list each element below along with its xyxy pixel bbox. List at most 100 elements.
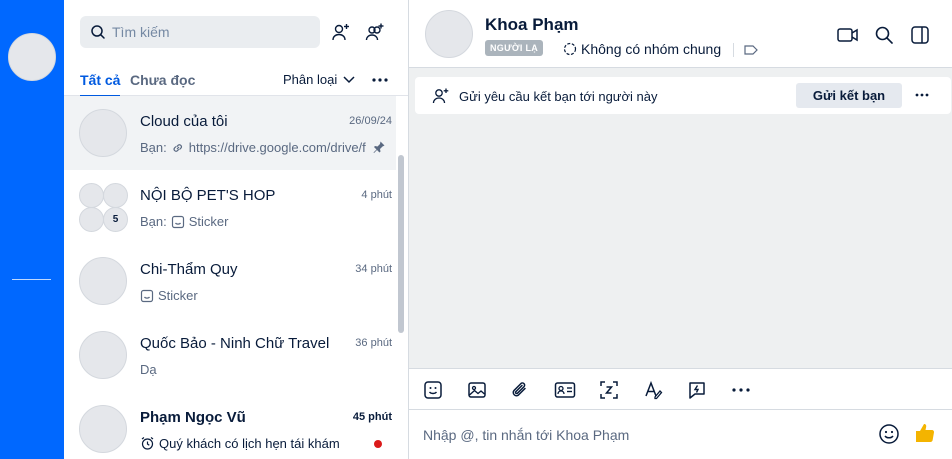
sticker-icon [171, 215, 185, 229]
conversation-name: Chi-Thẩm Quy [140, 261, 238, 278]
paperclip-icon [510, 380, 530, 400]
conversation-name: NỘI BỘ PET'S HOP [140, 187, 276, 204]
common-groups-label: Không có nhóm chung [581, 41, 722, 57]
tag-icon[interactable] [743, 42, 759, 58]
group-ring-icon [563, 42, 577, 56]
avatar [79, 257, 127, 305]
friend-request-text: Gửi yêu cầu kết bạn tới người này [459, 89, 658, 104]
user-avatar[interactable] [8, 33, 56, 81]
conversation-item[interactable]: 5 NỘI BỘ PET'S HOP 4 phút Bạn: Sticker [64, 170, 396, 244]
add-friend-button[interactable] [329, 20, 353, 44]
avatar [79, 109, 127, 157]
search-placeholder: Tìm kiếm [112, 24, 170, 40]
search-message-button[interactable] [873, 24, 895, 46]
conversation-item[interactable]: Quốc Bảo - Ninh Chữ Travel 36 phút Dạ [64, 318, 396, 392]
create-group-button[interactable] [363, 20, 387, 44]
message-input[interactable] [423, 424, 863, 446]
attach-file-button[interactable] [509, 379, 531, 401]
conversation-preview: Sticker [140, 288, 366, 303]
conversation-name: Phạm Ngọc Vũ [140, 409, 246, 426]
conversation-preview: Dạ [140, 362, 366, 377]
avatar [79, 331, 127, 379]
classify-label: Phân loại [283, 72, 338, 87]
video-call-button[interactable] [837, 24, 859, 46]
text-format-button[interactable] [642, 379, 664, 401]
conversation-preview: Bạn: https://drive.google.com/drive/fold… [140, 140, 366, 155]
conversation-tabs: Tất cả Chưa đọc Phân loại [64, 66, 408, 97]
more-horizontal-icon [372, 78, 388, 82]
nav-divider [12, 279, 51, 280]
conversation-name: Cloud của tôi [140, 113, 228, 130]
toggle-info-panel-button[interactable] [909, 24, 931, 46]
list-scrollbar[interactable] [398, 155, 404, 333]
preview-text: Sticker [188, 214, 229, 229]
quick-message-button[interactable] [686, 379, 708, 401]
list-more-button[interactable] [370, 70, 390, 90]
video-camera-icon [837, 27, 859, 43]
friend-bar-more-button[interactable] [912, 85, 932, 105]
preview-text: Quý khách có lịch hẹn tái khám [159, 436, 340, 451]
member-avatar [103, 183, 128, 208]
message-composer [409, 410, 952, 459]
screenshot-button[interactable] [598, 379, 620, 401]
conversation-item[interactable]: Chi-Thẩm Quy 34 phút Sticker [64, 244, 396, 318]
contact-card-icon [554, 380, 576, 400]
send-friend-request-button[interactable]: Gửi kết bạn [796, 83, 902, 108]
avatar [79, 405, 127, 453]
sticker-button[interactable] [422, 379, 444, 401]
sticker-icon [423, 380, 443, 400]
preview-text: Sticker [158, 288, 198, 303]
send-image-button[interactable] [466, 379, 488, 401]
add-friend-icon [331, 22, 351, 42]
more-options-button[interactable] [730, 379, 752, 401]
search-icon [90, 24, 106, 40]
conversation-time: 34 phút [355, 263, 392, 275]
alarm-clock-icon [140, 436, 155, 451]
preview-text: Dạ [140, 362, 157, 377]
friend-request-bar: Gửi yêu cầu kết bạn tới người này Gửi kế… [415, 77, 951, 114]
member-avatar [79, 207, 104, 232]
tab-all[interactable]: Tất cả [80, 72, 121, 97]
conversation-list-panel: Tìm kiếm Tất cả Chưa đọc Phân loại Cloud… [64, 0, 409, 459]
member-avatar [79, 183, 104, 208]
sidebar-panel-icon [911, 26, 929, 44]
add-group-icon [365, 22, 385, 42]
chevron-down-icon [343, 75, 355, 84]
image-icon [467, 380, 487, 400]
contact-name[interactable]: Khoa Phạm [485, 15, 579, 35]
link-icon [171, 141, 185, 155]
classify-dropdown[interactable]: Phân loại [283, 72, 355, 87]
text-format-icon [643, 380, 663, 400]
pin-icon [372, 140, 386, 154]
conversation-preview: Quý khách có lịch hẹn tái khám [140, 436, 366, 451]
screenshot-icon [599, 380, 619, 400]
add-friend-icon [432, 87, 450, 105]
emoji-icon[interactable] [878, 423, 900, 445]
lightning-chat-icon [687, 380, 707, 400]
preview-prefix: Bạn: [140, 214, 167, 229]
send-contact-card-button[interactable] [554, 379, 576, 401]
nav-rail [0, 0, 64, 459]
member-count: 5 [103, 207, 128, 232]
common-groups[interactable]: Không có nhóm chung [563, 41, 721, 57]
composer-toolbar [409, 368, 952, 410]
contact-avatar[interactable] [425, 10, 473, 58]
search-box[interactable]: Tìm kiếm [80, 16, 320, 48]
conversation-time: 45 phút [352, 411, 392, 423]
preview-prefix: Bạn: [140, 140, 167, 155]
thumbs-up-icon[interactable] [913, 421, 937, 445]
header-separator [733, 43, 734, 57]
sticker-icon [140, 289, 154, 303]
conversation-name: Quốc Bảo - Ninh Chữ Travel [140, 335, 330, 352]
conversation-time: 4 phút [361, 189, 392, 201]
more-horizontal-icon [915, 93, 929, 97]
chat-header: Khoa Phạm NGƯỜI LẠ Không có nhóm chung [409, 0, 952, 68]
conversation-item[interactable]: Cloud của tôi 26/09/24 Bạn: https://driv… [64, 96, 396, 170]
group-avatar: 5 [79, 183, 129, 233]
unread-dot [374, 440, 382, 448]
chat-panel: Khoa Phạm NGƯỜI LẠ Không có nhóm chung G… [409, 0, 952, 459]
conversation-time: 36 phút [355, 337, 392, 349]
conversation-item[interactable]: Phạm Ngọc Vũ 45 phút Quý khách có lịch h… [64, 392, 396, 459]
preview-text: https://drive.google.com/drive/folders [188, 140, 366, 155]
tab-unread[interactable]: Chưa đọc [130, 72, 195, 88]
